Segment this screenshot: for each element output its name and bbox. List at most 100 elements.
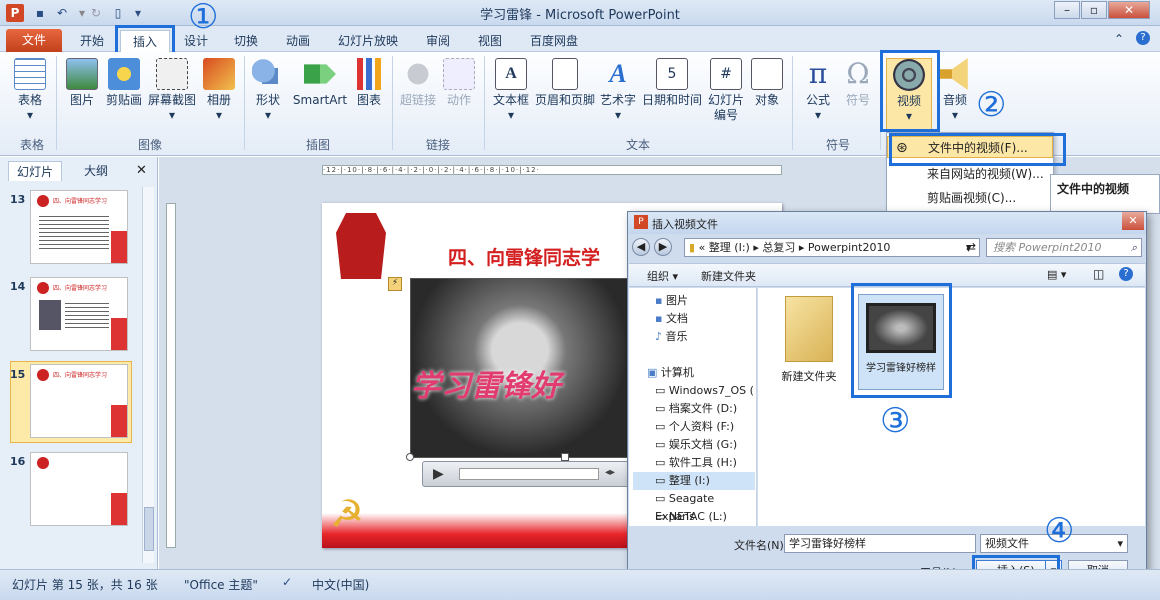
menu-item-clipart-video[interactable]: 剪贴画视频(C)... [887,187,1053,209]
scrollbar-thumb[interactable] [144,507,154,551]
header-footer-button[interactable]: 页眉和页脚 [534,58,596,108]
slide-thumbnail-13[interactable]: 四、向雷锋同志学习 [30,190,128,264]
tab-animations[interactable]: 动画 [278,30,318,52]
close-window-button[interactable]: ✕ [1108,1,1150,19]
collapse-ribbon-icon[interactable]: ⌃ [1114,32,1124,46]
equation-button[interactable]: π 公式 ▾ [800,58,836,123]
address-bar[interactable]: ▮ « 整理 (I:) ▸ 总复习 ▸ Powerpint2010 [684,238,980,257]
nav-drive-h[interactable]: ▭ 软件工具 (H:) [655,454,737,472]
panel-scrollbar[interactable] [142,187,154,563]
nav-drive-f[interactable]: ▭ 个人资料 (F:) [655,418,734,436]
slide-thumbnail-16[interactable] [30,452,128,526]
object-icon [751,58,783,90]
organize-button[interactable]: 组织 ▾ [647,268,678,284]
hyperlink-button[interactable]: 超链接 [398,58,438,108]
theme-status[interactable]: "Office 主题" [184,576,258,593]
wordart-button[interactable]: A 艺术字 ▾ [598,58,638,123]
slide-heading[interactable]: 四、向雷锋同志学 [448,243,600,270]
nav-documents[interactable]: ▪ 文档 [655,310,688,328]
tab-slideshow[interactable]: 幻灯片放映 [330,30,406,52]
slide-number-13: 13 [10,193,26,206]
screenshot-icon [156,58,188,90]
drive-icon: ▭ [655,402,669,415]
seek-icon[interactable]: ◂▸ [605,467,615,478]
clipart-button[interactable]: 剪贴画 [104,58,144,108]
slide-count-status: 幻灯片 第 15 张，共 16 张 [12,578,158,592]
refresh-icon[interactable]: ⇄ [960,238,982,257]
object-button[interactable]: 对象 [750,58,784,108]
filename-input[interactable]: 学习雷锋好榜样 [784,534,976,553]
tab-slides[interactable]: 幻灯片 [8,161,63,181]
dialog-close-button[interactable]: ✕ [1122,212,1144,230]
group-label-table: 表格 [19,138,44,152]
picture-icon [66,58,98,90]
group-label-text: 文本 [625,138,650,152]
drive-icon: ▭ [655,510,669,523]
video-progress-bar[interactable] [459,468,599,480]
maximize-button[interactable]: ▫ [1081,1,1107,19]
photo-album-icon [203,58,235,90]
symbol-button[interactable]: Ω 符号 [840,58,876,108]
tab-home[interactable]: 开始 [72,30,112,52]
slide-thumbnail-15[interactable]: 四、向雷锋同志学习 [30,364,128,438]
nav-netac[interactable]: ▭ NETAC (L:) [655,508,727,526]
breadcrumb-drive[interactable]: 整理 (I:) [709,241,750,254]
nav-music[interactable]: ♪ 音乐 [655,328,688,346]
folder-icon: ▮ [689,241,696,254]
nav-drive-c[interactable]: ▭ Windows7_OS ( [655,382,754,400]
group-label-links: 链接 [425,138,450,152]
nav-pictures[interactable]: ▪ 图片 [655,292,688,310]
nav-drive-g[interactable]: ▭ 娱乐文档 (G:) [655,436,737,454]
search-input[interactable]: 搜索 Powerpint2010 ⌕ [986,238,1142,257]
language-status[interactable]: 中文(中国) [312,576,369,593]
spellcheck-icon[interactable]: ✓ [282,575,292,589]
tab-file[interactable]: 文件 [6,29,62,52]
action-icon [443,58,475,90]
file-item-new-folder[interactable]: 新建文件夹 [768,296,850,392]
textbox-button[interactable]: A 文本框 ▾ [490,58,532,123]
tab-outline[interactable]: 大纲 [76,161,116,181]
table-button[interactable]: 表格 ▾ [10,58,50,123]
forward-button[interactable]: ▶ [654,238,672,256]
help-icon[interactable]: ? [1119,267,1133,281]
shapes-icon [252,58,284,90]
calendar-icon: 5 [656,58,688,90]
action-button[interactable]: 动作 [442,58,476,108]
slide-number-14: 14 [10,280,26,293]
slide-thumbnail-14[interactable]: 四、向雷锋同志学习 [30,277,128,351]
nav-computer[interactable]: ▣ 计算机 [647,364,694,382]
menu-item-video-from-website[interactable]: 来自网站的视频(W)... [887,163,1053,185]
chart-button[interactable]: 图表 [352,58,386,108]
annotation-marker-2: ② [976,85,1007,125]
breadcrumb-current[interactable]: Powerpint2010 [808,241,891,254]
minimize-button[interactable]: – [1054,1,1080,19]
tab-baidu-netdisk[interactable]: 百度网盘 [522,30,586,52]
nav-drive-d[interactable]: ▭ 档案文件 (D:) [655,400,737,418]
preview-pane-icon[interactable]: ◫ [1093,267,1104,281]
date-time-button[interactable]: 5 日期和时间 [640,58,704,108]
tab-transitions[interactable]: 切换 [226,30,266,52]
smartart-button[interactable]: SmartArt [290,58,350,108]
drive-icon: ▭ [655,438,669,451]
video-frame[interactable]: 学习雷锋好 [410,278,630,458]
annotation-box-video-button [880,50,940,132]
view-options-icon[interactable]: ▤ ▾ [1047,268,1066,281]
breadcrumb-folder[interactable]: 总复习 [762,241,795,254]
play-icon[interactable]: ▶ [433,466,444,482]
back-button[interactable]: ◀ [632,238,650,256]
shapes-button[interactable]: 形状 ▾ [250,58,286,123]
tab-review[interactable]: 审阅 [418,30,458,52]
computer-icon: ▣ [647,366,661,379]
screenshot-button[interactable]: 屏幕截图 ▾ [146,58,198,123]
audio-button[interactable]: 音频 ▾ [938,58,972,123]
slide-number-button[interactable]: # 幻灯片 编号 [706,58,746,123]
picture-button[interactable]: 图片 [64,58,100,108]
new-folder-button[interactable]: 新建文件夹 [701,268,756,284]
nav-seagate[interactable]: ▭ Seagate Expans [655,490,756,523]
photo-album-button[interactable]: 相册 ▾ [202,58,236,123]
help-icon[interactable]: ? [1136,31,1150,45]
nav-drive-i[interactable]: ▭ 整理 (I:) [633,472,755,490]
omega-icon: Ω [846,57,870,90]
tab-view[interactable]: 视图 [470,30,510,52]
close-panel-icon[interactable]: ✕ [136,163,147,178]
